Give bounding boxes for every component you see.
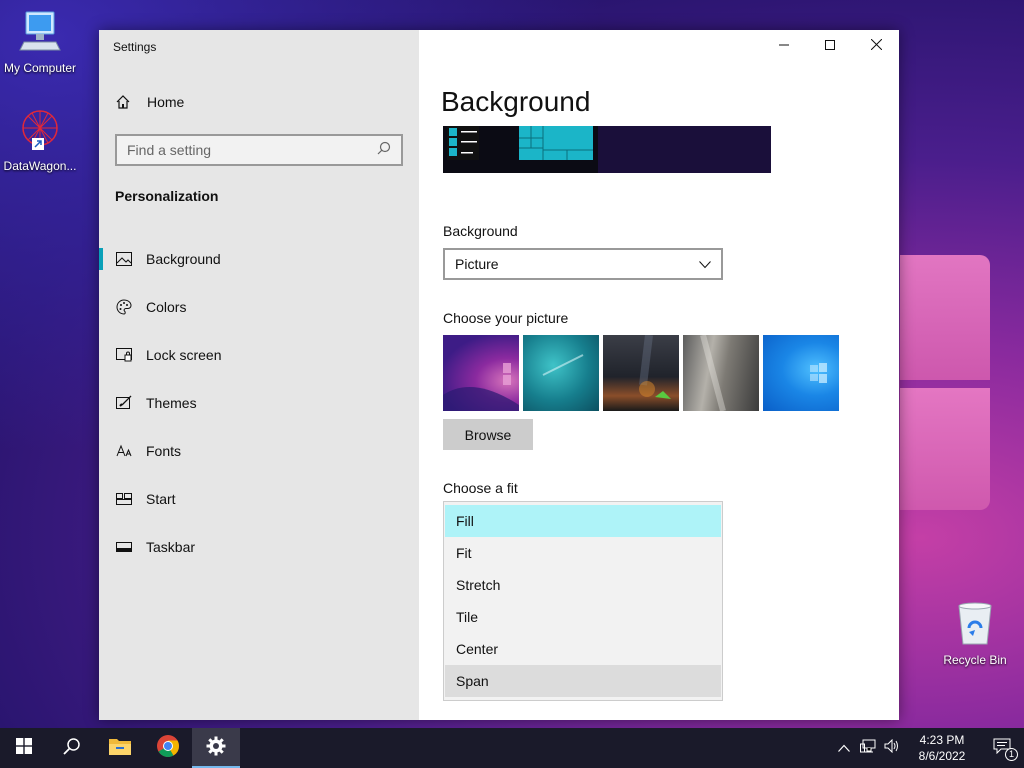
- close-icon: [870, 37, 882, 55]
- picture-thumbnails: [443, 334, 839, 412]
- notification-count-badge: 1: [1005, 748, 1018, 761]
- sidebar-item-label: Start: [146, 491, 176, 507]
- datawagon-icon: [0, 108, 80, 155]
- section-title: Personalization: [115, 188, 219, 204]
- picture-thumbnail[interactable]: [763, 335, 839, 411]
- fonts-icon: [115, 442, 133, 460]
- network-icon: [860, 739, 876, 758]
- sidebar-item-start[interactable]: Start: [99, 475, 419, 523]
- picture-icon: [115, 250, 133, 268]
- content-pane: Background Background Picture Choose you…: [419, 30, 899, 720]
- chrome-icon: [156, 734, 180, 763]
- settings-window: Settings Home Find a setting Personaliza…: [99, 30, 899, 720]
- sidebar-nav: Background Colors Lock screen Themes Fon…: [99, 235, 419, 571]
- fit-option-fill[interactable]: Fill: [445, 505, 721, 537]
- speaker-icon: [884, 738, 900, 758]
- fit-option-tile[interactable]: Tile: [445, 601, 721, 633]
- clock-date: 8/6/2022: [918, 749, 966, 763]
- desktop-preview: [443, 126, 771, 173]
- windows-icon: [16, 737, 32, 759]
- palette-icon: [115, 298, 133, 316]
- search-icon[interactable]: [377, 141, 391, 160]
- sidebar-item-label: Background: [146, 251, 221, 267]
- chevron-up-icon: [838, 739, 850, 757]
- computer-icon: [0, 8, 80, 57]
- page-title: Background: [441, 86, 591, 117]
- clock-time: 4:23 PM: [919, 733, 965, 747]
- fit-option-span[interactable]: Span: [445, 665, 721, 697]
- search-setting-field[interactable]: Find a setting: [115, 134, 403, 166]
- taskbar-icon: [115, 538, 133, 556]
- home-label: Home: [147, 94, 185, 110]
- folder-icon: [108, 736, 132, 761]
- fit-option-fit[interactable]: Fit: [445, 537, 721, 569]
- chrome-button[interactable]: [144, 728, 192, 768]
- sidebar-item-colors[interactable]: Colors: [99, 283, 419, 331]
- picture-thumbnail[interactable]: [683, 334, 759, 412]
- home-icon: [115, 94, 133, 110]
- choose-fit-label: Choose a fit: [443, 480, 518, 496]
- search-button[interactable]: [48, 728, 96, 768]
- desktop-icon-label: Recycle Bin: [943, 653, 1007, 667]
- sidebar-item-label: Taskbar: [146, 539, 196, 555]
- file-explorer-button[interactable]: [96, 728, 144, 768]
- desktop-icon-my-computer[interactable]: My Computer: [0, 8, 80, 75]
- sidebar-item-fonts[interactable]: Fonts: [99, 427, 419, 475]
- choose-picture-label: Choose your picture: [443, 310, 569, 326]
- picture-thumbnail[interactable]: [443, 335, 519, 411]
- desktop-icon-datawagon[interactable]: DataWagon...: [0, 108, 80, 173]
- themes-icon: [115, 394, 133, 412]
- background-dropdown-value: Picture: [455, 256, 499, 272]
- picture-thumbnail[interactable]: [523, 335, 599, 411]
- sidebar-item-label: Themes: [146, 395, 197, 411]
- tray-overflow-button[interactable]: [832, 728, 856, 768]
- sidebar-item-lock-screen[interactable]: Lock screen: [99, 331, 419, 379]
- sidebar-item-label: Fonts: [146, 443, 182, 459]
- chevron-down-icon: [699, 256, 711, 272]
- system-tray: 4:23 PM 8/6/2022 1: [832, 728, 1024, 768]
- background-label: Background: [443, 223, 518, 239]
- clock[interactable]: 4:23 PM 8/6/2022: [904, 732, 980, 764]
- recycle-bin-icon: [935, 602, 1015, 649]
- fit-option-stretch[interactable]: Stretch: [445, 569, 721, 601]
- taskbar: 4:23 PM 8/6/2022 1: [0, 728, 1024, 768]
- window-controls: [761, 30, 899, 62]
- desktop-icon-recycle-bin[interactable]: Recycle Bin: [935, 602, 1015, 667]
- gear-icon: [206, 736, 226, 761]
- picture-thumbnail[interactable]: [603, 334, 679, 411]
- fit-option-center[interactable]: Center: [445, 633, 721, 665]
- windows-logo-wallpaper: [900, 255, 990, 515]
- lock-screen-icon: [115, 346, 133, 364]
- maximize-icon: [825, 37, 835, 55]
- start-button[interactable]: [0, 728, 48, 768]
- settings-taskbar-button[interactable]: [192, 728, 240, 768]
- background-dropdown[interactable]: Picture: [443, 248, 723, 280]
- start-icon: [115, 490, 133, 508]
- sidebar-item-background[interactable]: Background: [99, 235, 419, 283]
- search-icon: [63, 737, 81, 760]
- network-button[interactable]: [856, 728, 880, 768]
- action-center-button[interactable]: 1: [980, 728, 1024, 768]
- search-input[interactable]: Find a setting: [127, 142, 377, 158]
- window-title: Settings: [113, 40, 157, 54]
- sidebar: Settings Home Find a setting Personaliza…: [99, 30, 419, 720]
- home-link[interactable]: Home: [115, 94, 184, 110]
- sidebar-item-label: Colors: [146, 299, 187, 315]
- minimize-button[interactable]: [761, 30, 807, 62]
- browse-button[interactable]: Browse: [443, 419, 533, 450]
- close-button[interactable]: [853, 30, 899, 62]
- sidebar-item-label: Lock screen: [146, 347, 222, 363]
- sidebar-item-taskbar[interactable]: Taskbar: [99, 523, 419, 571]
- minimize-icon: [779, 37, 789, 55]
- volume-button[interactable]: [880, 728, 904, 768]
- desktop-icon-label: My Computer: [3, 61, 77, 75]
- fit-dropdown-list[interactable]: Fill Fit Stretch Tile Center Span: [443, 501, 723, 701]
- maximize-button[interactable]: [807, 30, 853, 62]
- sidebar-item-themes[interactable]: Themes: [99, 379, 419, 427]
- desktop-icon-label: DataWagon...: [3, 159, 77, 173]
